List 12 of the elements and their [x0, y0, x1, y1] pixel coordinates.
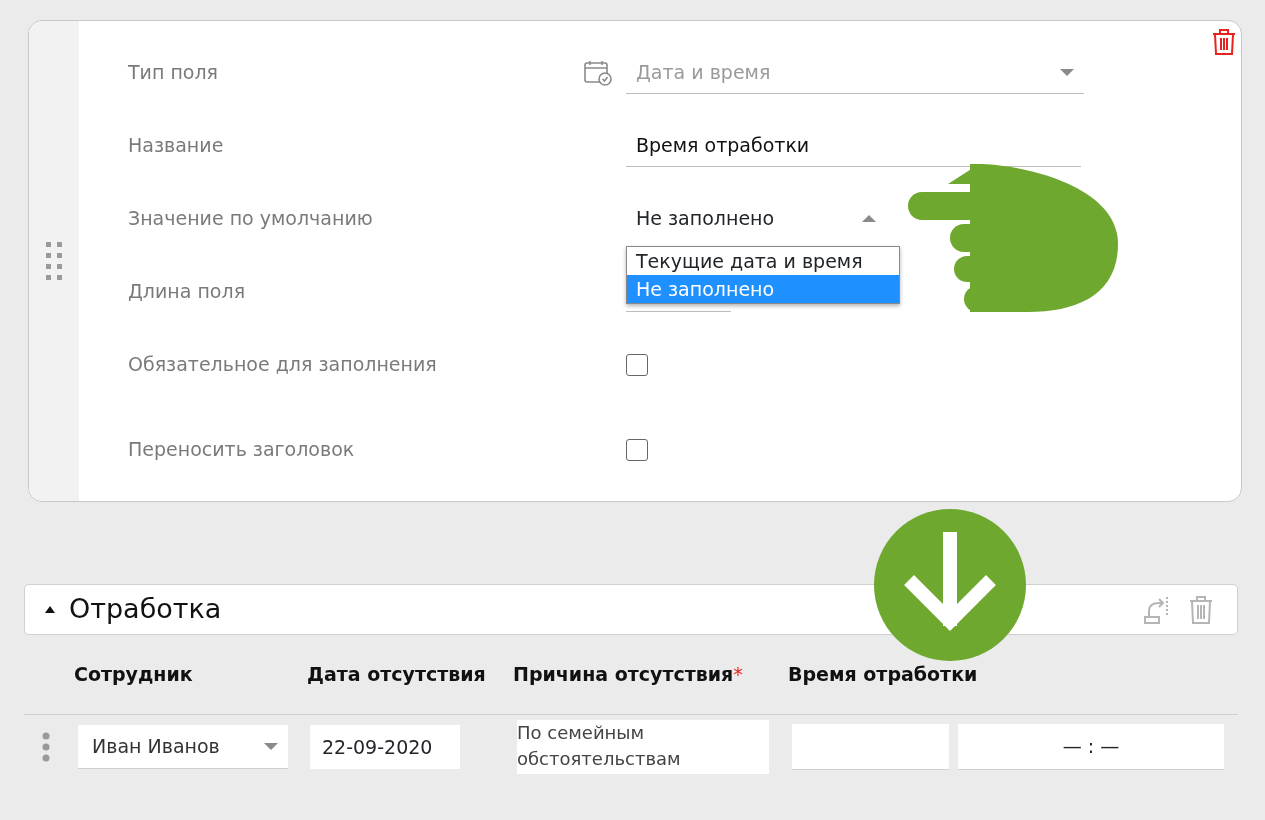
- column-header: Дата отсутствия: [307, 662, 487, 688]
- field-label: Переносить заголовок: [128, 437, 356, 463]
- field-label: Обязательное для заполнения: [128, 352, 438, 378]
- column-header: Причина отсутствия*: [513, 662, 744, 688]
- column-header: Время отработки: [788, 662, 979, 688]
- field-label: Тип поля: [128, 60, 220, 86]
- column-header: Сотрудник: [74, 662, 194, 688]
- field-label: Название: [128, 133, 225, 159]
- field-label: Длина поля: [128, 279, 247, 305]
- field-label: Значение по умолчанию: [128, 206, 374, 232]
- required-mark: *: [733, 663, 743, 686]
- section-title: Отработка: [69, 592, 223, 627]
